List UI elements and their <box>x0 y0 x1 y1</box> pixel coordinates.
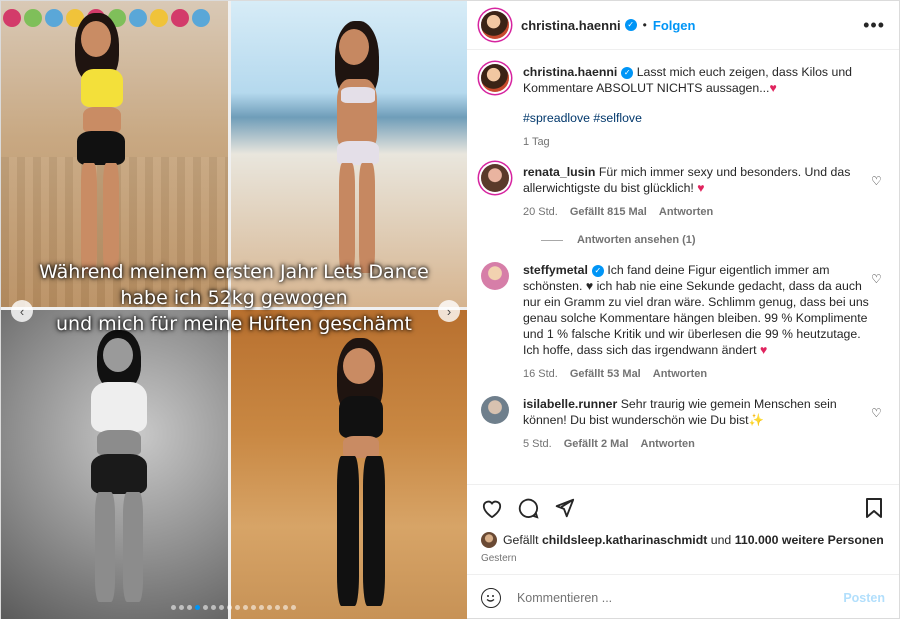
separator-dot: • <box>642 18 647 32</box>
collage-photo-studio <box>231 310 467 619</box>
comment-bubble-icon[interactable] <box>517 497 539 519</box>
reply-button[interactable]: Antworten <box>641 436 695 452</box>
comment-time: 20 Std. <box>522 206 558 218</box>
comment-username[interactable]: isilabelle.runner <box>523 397 617 411</box>
carousel-dot <box>259 605 265 610</box>
reply-button[interactable]: Antworten <box>653 366 707 382</box>
caption-line-1: Während meinem ersten Jahr Lets Dance <box>39 261 429 283</box>
previous-slide-button[interactable]: ‹ <box>11 300 33 322</box>
view-replies-label: Antworten ansehen (1) <box>576 234 696 246</box>
post-header: christina.haenni ✓ • Folgen ••• <box>466 1 899 50</box>
carousel-dot <box>235 605 241 610</box>
comment-username[interactable]: steffymetal <box>523 263 588 277</box>
carousel-dot <box>203 605 209 610</box>
carousel-dot <box>171 605 177 610</box>
like-comment-heart-icon[interactable]: ♡ <box>871 406 885 420</box>
avatar[interactable] <box>480 64 509 92</box>
more-options-icon[interactable]: ••• <box>863 15 885 36</box>
likes-summary: Gefällt childsleep.katharinaschmidt und … <box>467 530 899 550</box>
carousel-dot <box>227 605 233 610</box>
verified-badge-icon: ✓ <box>621 66 634 79</box>
follow-button[interactable]: Folgen <box>653 18 696 33</box>
post-date: Gestern <box>480 553 517 564</box>
post-side-panel: christina.haenni ✓ • Folgen ••• christin… <box>466 1 899 619</box>
avatar[interactable] <box>480 262 509 290</box>
like-heart-icon[interactable] <box>481 497 503 519</box>
reply-button[interactable]: Antworten <box>659 204 713 220</box>
carousel-dot <box>291 605 297 610</box>
carousel-dot <box>267 605 273 610</box>
heart-emoji: ♥ <box>759 343 768 357</box>
heart-emoji: ♥ <box>697 181 705 195</box>
sparkles-emoji: ✨ <box>748 413 764 427</box>
carousel-dot <box>187 605 193 610</box>
verified-badge-icon: ✓ <box>624 19 637 31</box>
person-figure <box>73 330 163 619</box>
verified-badge-icon: ✓ <box>591 264 604 277</box>
carousel-dot <box>195 605 201 610</box>
chevron-right-icon: › <box>446 303 452 319</box>
person-figure <box>61 13 141 293</box>
view-replies-button[interactable]: Antworten ansehen (1) <box>540 234 885 246</box>
replies-divider <box>540 239 563 241</box>
comment-composer: Posten <box>466 574 899 619</box>
like-comment-heart-icon[interactable]: ♡ <box>871 272 885 286</box>
caption-time: 1 Tag <box>522 136 550 148</box>
comment-input[interactable] <box>516 590 844 605</box>
comments-list[interactable]: christina.haenni ✓ Lasst mich euch zeigen… <box>467 50 899 484</box>
carousel-dot <box>219 605 225 610</box>
media-caption-overlay: Während meinem ersten Jahr Lets Dance ha… <box>1 259 467 337</box>
person-figure <box>317 21 397 291</box>
carousel-dot <box>179 605 185 610</box>
carousel-dot <box>275 605 281 610</box>
carousel-dot <box>211 605 217 610</box>
avatar[interactable] <box>480 164 509 192</box>
comment-text: Ich fand deine Figur eigentlich immer am… <box>522 263 869 357</box>
post-media[interactable]: Während meinem ersten Jahr Lets Dance ha… <box>1 1 467 619</box>
caption-line-3: und mich für meine Hüften geschämt <box>55 313 412 335</box>
comment-likes[interactable]: Gefällt 2 Mal <box>564 436 629 452</box>
bookmark-icon[interactable] <box>863 497 885 519</box>
avatar <box>480 532 497 548</box>
comment-time: 5 Std. <box>522 438 552 450</box>
caption-username[interactable]: christina.haenni <box>523 65 617 79</box>
comment-item: renata_lusin Für mich immer sexy und bes… <box>480 164 885 220</box>
caption-line-2: habe ich 52kg gewogen <box>120 287 348 309</box>
likes-prefix: Gefällt <box>502 533 539 547</box>
carousel-dot <box>283 605 289 610</box>
likes-count-link[interactable]: 110.000 weitere Personen <box>735 533 884 547</box>
comment-likes[interactable]: Gefällt 815 Mal <box>570 204 647 220</box>
chevron-left-icon: ‹ <box>19 303 25 319</box>
comment-item: isilabelle.runner Sehr traurig wie gemei… <box>480 396 885 452</box>
post-caption: christina.haenni ✓ Lasst mich euch zeigen… <box>480 64 885 150</box>
comment-likes[interactable]: Gefällt 53 Mal <box>570 366 641 382</box>
hashtags-link[interactable]: #spreadlove #selflove <box>523 110 885 126</box>
likes-middle: und <box>710 533 732 547</box>
like-comment-heart-icon[interactable]: ♡ <box>871 174 885 188</box>
next-slide-button[interactable]: › <box>438 300 460 322</box>
instagram-post-modal: Während meinem ersten Jahr Lets Dance ha… <box>0 0 900 619</box>
carousel-dot <box>251 605 257 610</box>
comment-time: 16 Std. <box>522 368 558 380</box>
carousel-dots <box>1 605 467 610</box>
avatar[interactable] <box>480 396 509 424</box>
share-paper-plane-icon[interactable] <box>553 497 575 519</box>
collage-photo-bw <box>1 310 231 619</box>
comment-item: steffymetal ✓ Ich fand deine Figur eigent… <box>480 262 885 382</box>
liker-username[interactable]: childsleep.katharinaschmidt <box>542 533 707 547</box>
post-comment-button[interactable]: Posten <box>843 591 885 605</box>
comment-username[interactable]: renata_lusin <box>523 165 595 179</box>
heart-emoji: ♥ <box>769 81 777 95</box>
avatar[interactable] <box>480 11 509 39</box>
post-author-username[interactable]: christina.haenni <box>521 18 621 33</box>
carousel-dot <box>243 605 249 610</box>
person-figure <box>321 338 401 619</box>
post-actions-bar <box>466 484 899 530</box>
emoji-picker-icon[interactable] <box>480 587 501 608</box>
